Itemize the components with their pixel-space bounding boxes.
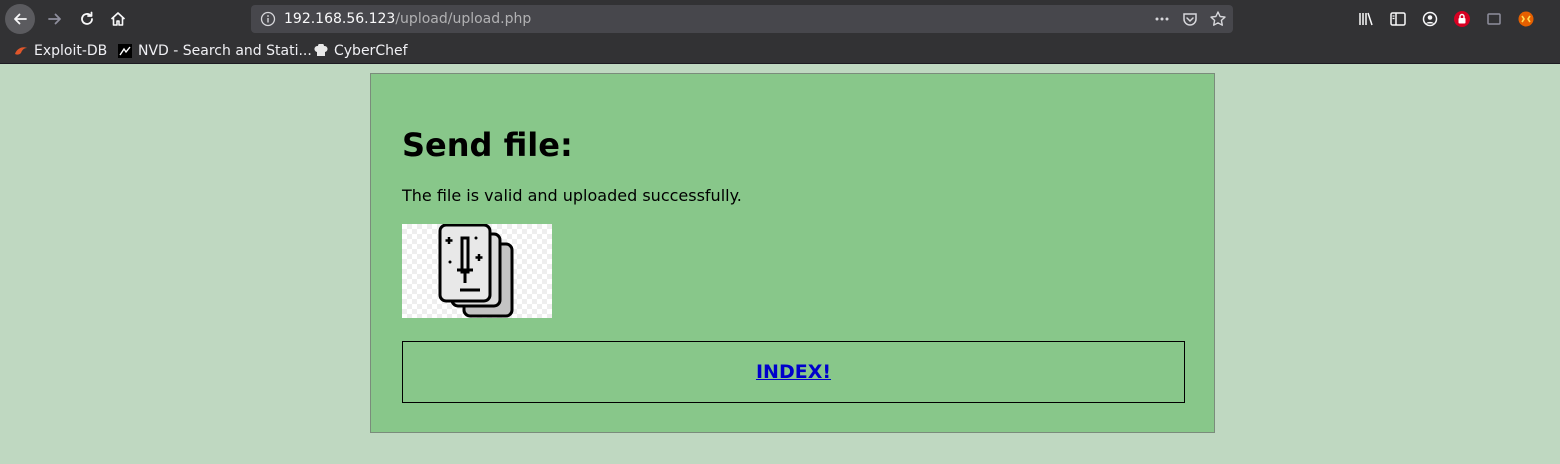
browser-toolbar: 192.168.56.123/upload/upload.php: [0, 0, 1560, 38]
forward-button[interactable]: [40, 4, 70, 34]
reload-icon: [81, 11, 93, 25]
arrow-right-icon: [48, 13, 61, 25]
bookmark-label: Exploit-DB: [34, 43, 108, 59]
upload-panel: Send file: The file is valid and uploade…: [370, 73, 1215, 433]
extension-fox-icon[interactable]: [1517, 10, 1535, 28]
library-icon[interactable]: [1357, 10, 1375, 28]
exploitdb-icon: [15, 47, 27, 55]
sidebar-icon[interactable]: [1389, 10, 1407, 28]
index-link[interactable]: INDEX!: [756, 361, 831, 383]
back-button[interactable]: [5, 4, 35, 34]
bookmark-nvd[interactable]: NVD - Search and Stati...: [118, 42, 312, 60]
uploaded-image: [402, 223, 552, 318]
bookmark-cyberchef[interactable]: CyberChef: [314, 42, 408, 60]
cyberchef-icon: [314, 44, 328, 56]
reload-button[interactable]: [72, 4, 102, 34]
page-title: Send file:: [402, 126, 573, 164]
page-actions-icon[interactable]: [1153, 10, 1171, 28]
nvd-icon: [118, 44, 132, 58]
bookmark-label: CyberChef: [334, 43, 408, 59]
bookmark-exploit-db[interactable]: Exploit-DB: [14, 42, 107, 60]
index-box: INDEX!: [402, 341, 1185, 403]
pocket-icon[interactable]: [1181, 10, 1199, 28]
url-path: /upload/upload.php: [395, 11, 532, 27]
url-bar[interactable]: 192.168.56.123/upload/upload.php: [251, 5, 1233, 33]
info-icon[interactable]: [260, 11, 276, 27]
status-message: The file is valid and uploaded successfu…: [402, 186, 742, 205]
home-icon: [110, 12, 126, 26]
cards-sword-icon: [438, 223, 514, 318]
window-icon[interactable]: [1485, 10, 1503, 28]
extension-lock-icon[interactable]: [1453, 10, 1471, 28]
arrow-left-icon: [14, 13, 27, 25]
bookmark-star-icon[interactable]: [1209, 10, 1227, 28]
account-icon[interactable]: [1421, 10, 1439, 28]
home-button[interactable]: [103, 4, 133, 34]
bookmark-label: NVD - Search and Stati...: [138, 43, 312, 59]
url-host: 192.168.56.123: [284, 11, 396, 27]
